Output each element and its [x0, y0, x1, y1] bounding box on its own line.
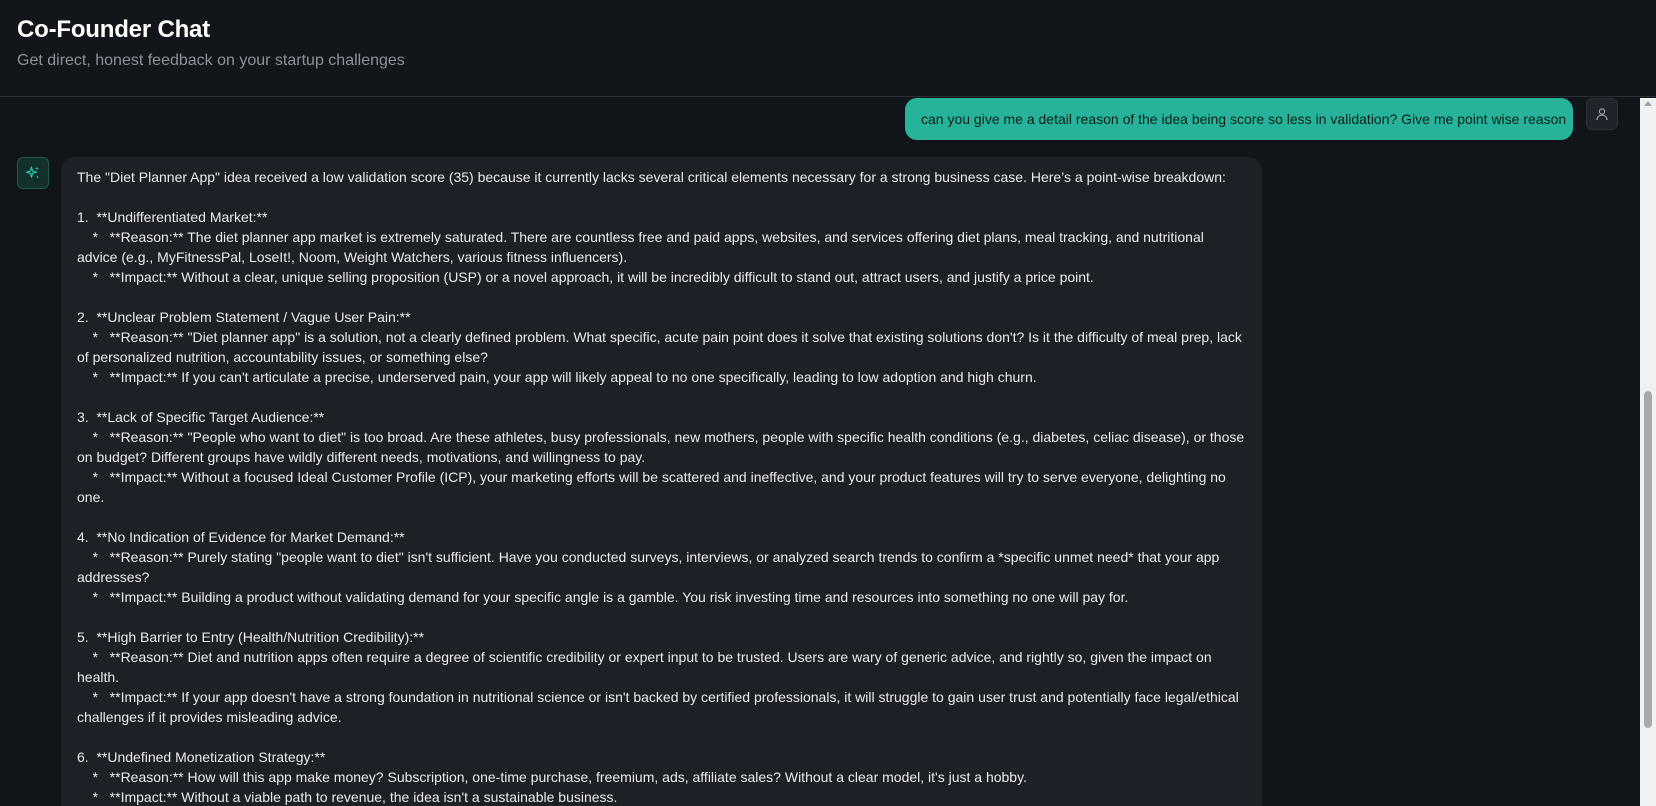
message-line: * **Impact:** Building a product without…: [77, 589, 1129, 605]
assistant-avatar: [17, 157, 49, 189]
message-line: * **Reason:** "Diet planner app" is a so…: [77, 329, 1246, 365]
user-message-bubble: can you give me a detail reason of the i…: [905, 98, 1573, 140]
message-line: * **Impact:** If you can't articulate a …: [77, 369, 1037, 385]
message-line: * **Reason:** Purely stating "people wan…: [77, 549, 1224, 585]
message-line: 2. **Unclear Problem Statement / Vague U…: [77, 309, 411, 325]
chat-header: Co-Founder Chat Get direct, honest feedb…: [0, 0, 1656, 97]
message-line: * **Reason:** Diet and nutrition apps of…: [77, 649, 1216, 685]
message-line: * **Impact:** Without a focused Ideal Cu…: [77, 469, 1230, 505]
chat-scrollbar[interactable]: [1640, 98, 1656, 806]
message-line: * **Impact:** Without a clear, unique se…: [77, 269, 1094, 285]
message-blank-line: [77, 727, 1248, 747]
message-line: * **Reason:** The diet planner app marke…: [77, 229, 1208, 265]
message-line: 4. **No Indication of Evidence for Marke…: [77, 529, 405, 545]
message-line: * **Reason:** "People who want to diet" …: [77, 429, 1249, 465]
message-line: 3. **Lack of Specific Target Audience:**: [77, 409, 325, 425]
message-blank-line: [77, 287, 1248, 307]
message-line: The "Diet Planner App" idea received a l…: [77, 169, 1226, 185]
message-blank-line: [77, 187, 1248, 207]
chat-messages[interactable]: can you give me a detail reason of the i…: [0, 98, 1640, 806]
message-line: 1. **Undifferentiated Market:**: [77, 209, 268, 225]
page-subtitle: Get direct, honest feedback on your star…: [17, 52, 405, 69]
scroll-up-arrow-icon[interactable]: [1644, 101, 1652, 106]
message-line: * **Impact:** Without a viable path to r…: [77, 789, 618, 805]
page-title: Co-Founder Chat: [17, 16, 210, 43]
message-line: 6. **Undefined Monetization Strategy:**: [77, 749, 326, 765]
message-line: * **Impact:** If your app doesn't have a…: [77, 689, 1243, 725]
message-line: * **Reason:** How will this app make mon…: [77, 769, 1027, 785]
sparkle-icon: [25, 166, 39, 179]
message-blank-line: [77, 387, 1248, 407]
user-avatar: [1586, 98, 1618, 130]
message-blank-line: [77, 507, 1248, 527]
assistant-message-bubble: The "Diet Planner App" idea received a l…: [61, 157, 1262, 806]
message-blank-line: [77, 607, 1248, 627]
scrollbar-thumb[interactable]: [1644, 391, 1652, 728]
message-line: 5. **High Barrier to Entry (Health/Nutri…: [77, 629, 425, 645]
user-icon: [1596, 108, 1608, 121]
